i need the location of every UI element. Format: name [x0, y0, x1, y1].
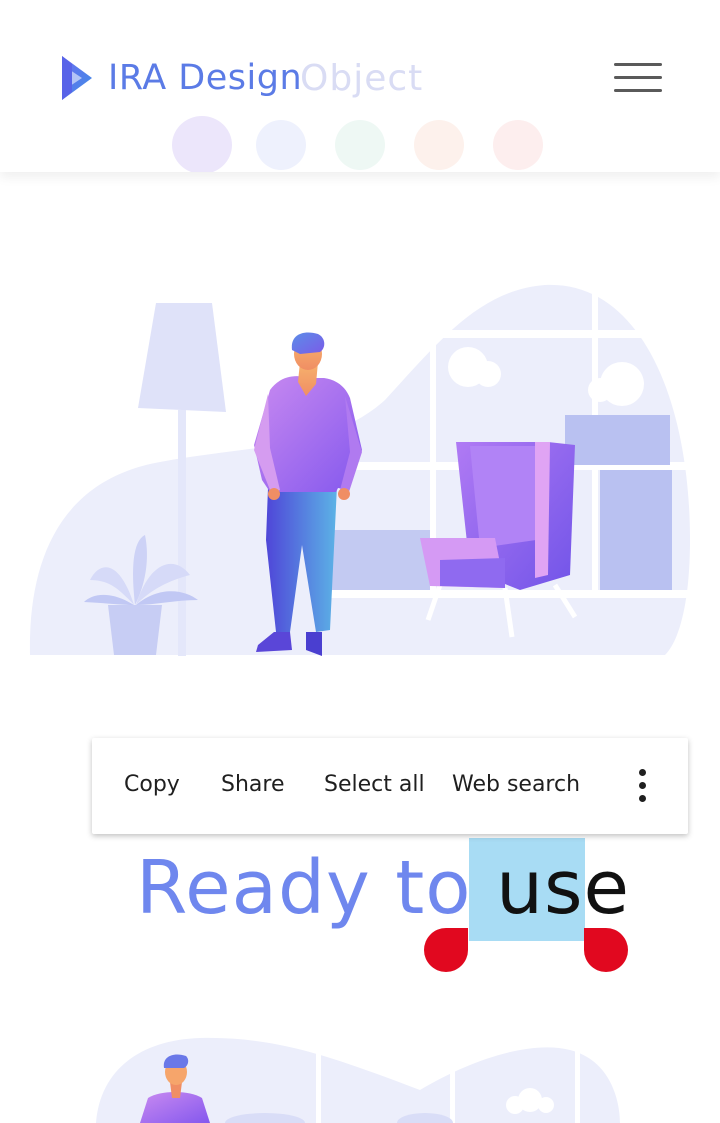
- selected-word[interactable]: use: [496, 845, 630, 931]
- text-selection-context-menu: Copy Share Select all Web search: [92, 738, 688, 834]
- hamburger-menu-icon-bar: [614, 89, 662, 92]
- section-headline[interactable]: Ready to use: [136, 840, 630, 936]
- app-header: Object IRA Design: [0, 0, 720, 172]
- faded-color-swatch: [493, 120, 543, 170]
- cabinet: [600, 470, 672, 590]
- faded-color-swatch: [172, 116, 232, 172]
- play-logo-icon: [62, 56, 92, 100]
- faded-color-swatch: [414, 120, 464, 170]
- faded-color-swatch: [335, 120, 385, 170]
- context-menu-copy[interactable]: Copy: [124, 772, 180, 797]
- cabinet: [565, 415, 670, 465]
- context-menu-share[interactable]: Share: [221, 772, 285, 797]
- brand-logo[interactable]: IRA Design: [60, 54, 302, 102]
- brand-name: IRA Design: [108, 58, 303, 98]
- context-menu-web-search[interactable]: Web search: [452, 772, 580, 797]
- hamburger-menu-icon-bar: [614, 76, 662, 79]
- selection-end-handle[interactable]: [584, 928, 628, 972]
- cabinet: [330, 530, 430, 590]
- faded-section-title: Object: [300, 58, 424, 99]
- hamburger-menu-button[interactable]: [612, 60, 662, 96]
- hamburger-menu-icon-bar: [614, 63, 662, 66]
- context-menu-select-all[interactable]: Select all: [324, 772, 425, 797]
- more-vertical-icon[interactable]: [628, 766, 656, 806]
- headline-text: Ready to: [136, 845, 497, 931]
- selection-start-handle[interactable]: [424, 928, 468, 972]
- faded-color-swatch: [256, 120, 306, 170]
- hero-illustration: [29, 284, 691, 656]
- secondary-illustration: [96, 1037, 620, 1123]
